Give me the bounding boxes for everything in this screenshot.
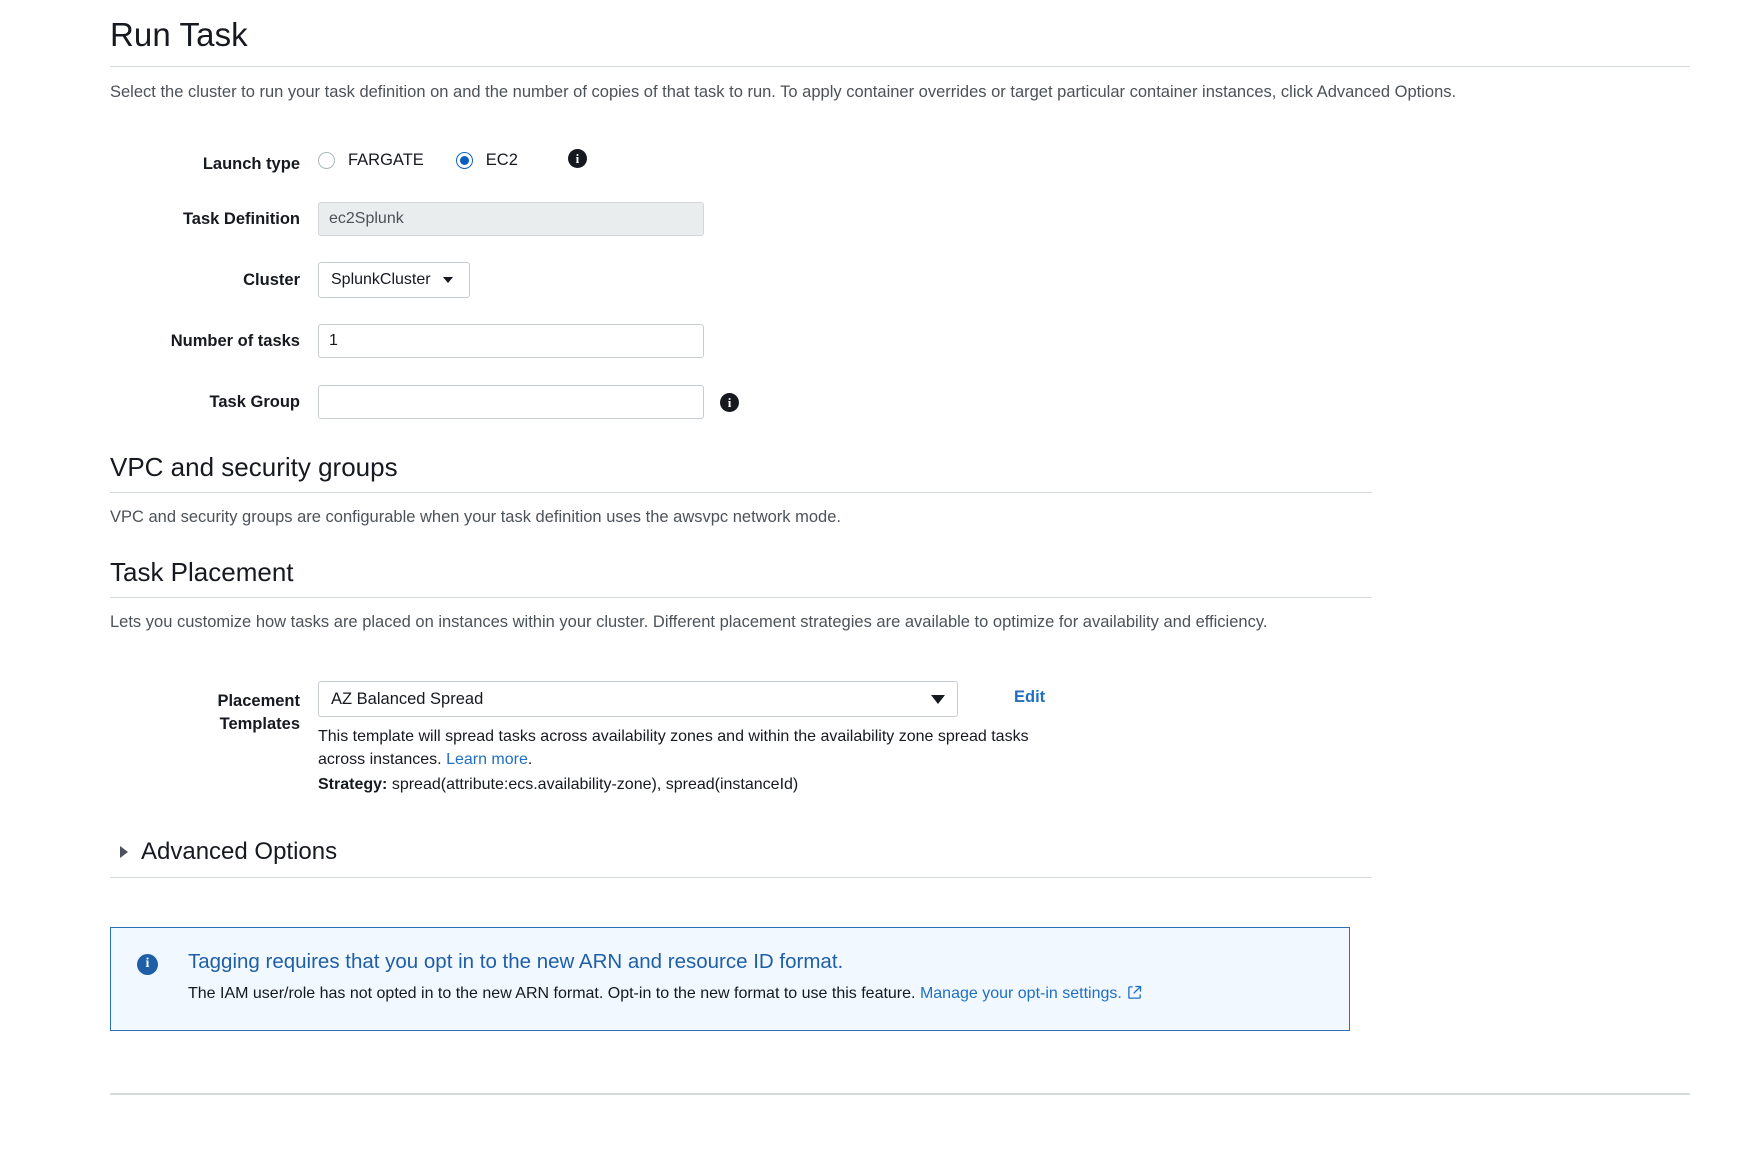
- placement-templates-selected-value: AZ Balanced Spread: [331, 690, 483, 709]
- vpc-section-description: VPC and security groups are configurable…: [110, 506, 1476, 530]
- placement-templates-row: Placement Templates AZ Balanced Spread E…: [110, 681, 1476, 794]
- placement-strategy-label: Strategy:: [318, 776, 387, 793]
- cluster-dropdown-value: SplunkCluster: [331, 271, 431, 289]
- task-placement-title: Task Placement: [110, 558, 1476, 588]
- alert-body: Tagging requires that you opt in to the …: [188, 950, 1329, 1006]
- launch-type-row: Launch type FARGATE EC2 i: [110, 147, 1476, 175]
- tagging-opt-in-alert: i Tagging requires that you opt in to th…: [110, 927, 1350, 1031]
- launch-type-option-ec2[interactable]: EC2: [456, 151, 518, 170]
- launch-type-radio-group: FARGATE EC2: [318, 147, 550, 170]
- task-placement-divider: [110, 597, 1372, 598]
- advanced-options-divider: [110, 877, 1372, 878]
- task-group-label: Task Group: [110, 385, 318, 413]
- placement-templates-label-line2: Templates: [110, 713, 300, 736]
- launch-type-control: FARGATE EC2 i: [318, 147, 587, 170]
- run-task-form: Launch type FARGATE EC2 i: [110, 147, 1476, 420]
- chevron-down-icon: [931, 695, 945, 704]
- task-group-info-icon[interactable]: i: [720, 393, 739, 412]
- task-group-row: Task Group i: [110, 385, 1476, 419]
- number-of-tasks-row: Number of tasks: [110, 324, 1476, 358]
- placement-templates-label: Placement Templates: [110, 681, 318, 736]
- radio-fargate-icon[interactable]: [318, 152, 335, 169]
- placement-templates-label-line1: Placement: [110, 690, 300, 713]
- task-placement-description: Lets you customize how tasks are placed …: [110, 611, 1476, 635]
- number-of-tasks-label: Number of tasks: [110, 324, 318, 352]
- title-divider: [110, 66, 1690, 67]
- triangle-right-icon: [120, 846, 128, 858]
- placement-templates-select[interactable]: AZ Balanced Spread: [318, 681, 958, 717]
- task-definition-input[interactable]: [318, 202, 704, 236]
- task-group-input[interactable]: [318, 385, 704, 419]
- launch-type-option-fargate[interactable]: FARGATE: [318, 151, 424, 170]
- alert-title: Tagging requires that you opt in to the …: [188, 950, 1329, 975]
- cluster-dropdown[interactable]: SplunkCluster: [318, 262, 470, 298]
- cluster-label: Cluster: [110, 262, 318, 291]
- advanced-options-section: Advanced Options: [110, 838, 1372, 878]
- vpc-section-title: VPC and security groups: [110, 453, 1476, 483]
- task-group-control: i: [318, 385, 739, 419]
- chevron-down-icon: [443, 277, 453, 283]
- learn-more-link[interactable]: Learn more: [446, 751, 528, 768]
- launch-type-option-fargate-label: FARGATE: [348, 151, 424, 170]
- number-of-tasks-input[interactable]: [318, 324, 704, 358]
- placement-strategy-value: spread(attribute:ecs.availability-zone),…: [392, 776, 798, 793]
- learn-more-period: .: [528, 751, 532, 768]
- external-link-icon[interactable]: [1127, 985, 1142, 1000]
- launch-type-info-icon[interactable]: i: [568, 149, 587, 168]
- placement-template-description-text: This template will spread tasks across a…: [318, 728, 1029, 768]
- radio-ec2-icon[interactable]: [456, 152, 473, 169]
- launch-type-label: Launch type: [110, 147, 318, 175]
- placement-template-description: This template will spread tasks across a…: [318, 725, 1058, 772]
- number-of-tasks-control: [318, 324, 704, 358]
- alert-text: The IAM user/role has not opted in to th…: [188, 983, 1329, 1005]
- placement-templates-control: AZ Balanced Spread Edit This template wi…: [318, 681, 1058, 794]
- alert-info-icon: i: [137, 954, 158, 975]
- launch-type-option-ec2-label: EC2: [486, 151, 518, 170]
- advanced-options-label: Advanced Options: [141, 838, 337, 866]
- manage-opt-in-settings-link[interactable]: Manage your opt-in settings.: [920, 985, 1122, 1002]
- page-content: Run Task Select the cluster to run your …: [110, 16, 1476, 1103]
- vpc-section: VPC and security groups VPC and security…: [110, 453, 1476, 530]
- vpc-section-divider: [110, 492, 1372, 493]
- placement-strategy: Strategy: spread(attribute:ecs.availabil…: [318, 776, 1058, 794]
- alert-text-static: The IAM user/role has not opted in to th…: [188, 985, 915, 1002]
- advanced-options-toggle[interactable]: Advanced Options: [110, 838, 1372, 877]
- task-definition-row: Task Definition: [110, 202, 1476, 236]
- task-definition-control: [318, 202, 704, 236]
- task-placement-section: Task Placement Lets you customize how ta…: [110, 558, 1476, 794]
- task-definition-label: Task Definition: [110, 202, 318, 230]
- run-task-page: Run Task Select the cluster to run your …: [0, 0, 1752, 1176]
- bottom-divider: [110, 1093, 1690, 1095]
- page-description: Select the cluster to run your task defi…: [110, 81, 1476, 105]
- placement-edit-link[interactable]: Edit: [1014, 681, 1045, 707]
- cluster-control: SplunkCluster: [318, 262, 470, 298]
- page-title: Run Task: [110, 16, 1476, 54]
- cluster-row: Cluster SplunkCluster: [110, 262, 1476, 298]
